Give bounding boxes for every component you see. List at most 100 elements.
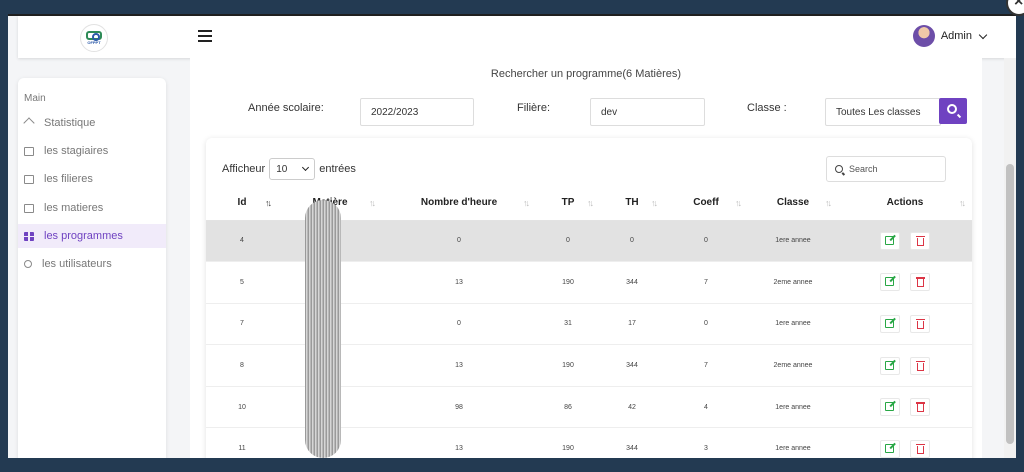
app-window: OFPPT Admin Main Statistique les stagiai… — [8, 14, 1016, 458]
cell-coeff: 3 — [664, 427, 748, 458]
ofppt-logo[interactable]: OFPPT — [80, 24, 108, 52]
sidebar-item-utilisateurs[interactable]: les utilisateurs — [18, 252, 166, 276]
column-header-id[interactable]: Id ↑↓ — [206, 186, 278, 221]
cell-tp: 190 — [536, 427, 600, 458]
avatar — [912, 25, 935, 47]
column-header-coeff[interactable]: Coeff ↑↓ — [664, 186, 748, 221]
cell-tp: 190 — [536, 344, 600, 387]
sidebar-item-label: les programmes — [44, 230, 123, 242]
logo-mark-icon — [86, 31, 102, 41]
search-button[interactable] — [939, 98, 967, 124]
cell-heures: 13 — [382, 261, 536, 304]
trash-icon — [915, 277, 925, 288]
cell-heures: 0 — [382, 303, 536, 346]
user-menu[interactable]: Admin — [912, 25, 988, 47]
column-header-heures[interactable]: Nombre d'heure ↑↓ — [382, 186, 536, 221]
page-scrollbar[interactable] — [1004, 58, 1016, 458]
user-name: Admin — [940, 30, 972, 42]
sidebar-item-programmes[interactable]: les programmes — [18, 224, 166, 248]
search-placeholder: Search — [849, 164, 878, 174]
cell-heures: 13 — [382, 344, 536, 387]
delete-button[interactable] — [909, 439, 930, 458]
cell-th: 42 — [600, 386, 664, 429]
cell-actions — [838, 220, 972, 263]
column-header-actions[interactable]: Actions ↑↓ — [838, 186, 972, 221]
redacted-matiere-column — [305, 200, 341, 458]
edit-button[interactable] — [880, 314, 901, 333]
page-length-control: Afficheur 10 entrées — [222, 158, 356, 180]
sidebar-item-filieres[interactable]: les filieres — [18, 167, 166, 191]
cell-id: 5 — [206, 261, 278, 304]
cell-heures: 98 — [382, 386, 536, 429]
cell-classe: 1ere annee — [748, 386, 838, 429]
cell-heures: 0 — [382, 220, 536, 263]
sidebar-item-matieres[interactable]: les matieres — [18, 196, 166, 220]
home-icon — [24, 119, 34, 128]
column-header-classe[interactable]: Classe ↑↓ — [748, 186, 838, 221]
edit-icon — [885, 360, 895, 370]
cell-classe: 2eme annee — [748, 261, 838, 304]
cell-classe: 2eme annee — [748, 344, 838, 387]
page-length-select[interactable]: 10 — [269, 158, 316, 180]
id-card-icon — [24, 146, 34, 156]
edit-button[interactable] — [880, 398, 901, 417]
sidebar-item-statistique[interactable]: Statistique — [18, 111, 166, 135]
cell-tp: 190 — [536, 261, 600, 304]
annee-field[interactable]: 2022/2023 — [360, 98, 474, 126]
sidebar-item-label: les matieres — [44, 202, 104, 214]
cell-actions — [838, 386, 972, 429]
cell-coeff: 0 — [664, 220, 748, 263]
sort-icon: ↑↓ — [959, 198, 966, 208]
length-suffix: entrées — [319, 163, 356, 175]
column-header-th[interactable]: TH ↑↓ — [600, 186, 664, 221]
page-length-value: 10 — [276, 163, 288, 175]
annee-label: Année scolaire: — [248, 102, 324, 114]
sort-icon: ↑↓ — [369, 198, 376, 208]
chevron-down-icon — [302, 163, 310, 172]
cell-actions — [838, 344, 972, 387]
edit-icon — [885, 318, 895, 328]
trash-icon — [915, 318, 925, 329]
cell-th: 344 — [600, 261, 664, 304]
sort-icon: ↑↓ — [651, 198, 658, 208]
cell-actions — [838, 261, 972, 304]
cell-heures: 13 — [382, 427, 536, 458]
table-search-input[interactable]: Search — [826, 156, 946, 182]
sidebar-item-label: les utilisateurs — [42, 258, 112, 270]
classe-label: Classe : — [747, 102, 787, 114]
sidebar-item-label: les stagiaires — [44, 145, 109, 157]
user-icon — [24, 260, 32, 268]
filiere-field[interactable]: dev — [590, 98, 705, 126]
cell-id: 8 — [206, 344, 278, 387]
edit-icon — [885, 443, 895, 453]
sort-asc-icon: ↑↓ — [265, 198, 272, 208]
delete-button[interactable] — [909, 273, 930, 292]
edit-icon — [885, 277, 895, 287]
edit-button[interactable] — [880, 231, 901, 250]
edit-button[interactable] — [880, 356, 901, 375]
cell-coeff: 0 — [664, 303, 748, 346]
cell-th: 344 — [600, 427, 664, 458]
delete-button[interactable] — [909, 398, 930, 417]
delete-button[interactable] — [909, 356, 930, 375]
delete-button[interactable] — [909, 314, 930, 333]
grid-icon — [24, 231, 34, 241]
cell-actions — [838, 427, 972, 458]
column-header-tp[interactable]: TP ↑↓ — [536, 186, 600, 221]
sort-icon: ↑↓ — [825, 198, 832, 208]
sidebar-item-label: les filieres — [44, 173, 93, 185]
classe-select[interactable]: Toutes Les classes — [825, 98, 941, 126]
search-icon — [947, 104, 957, 114]
sort-icon: ↑↓ — [587, 198, 594, 208]
cell-id: 4 — [206, 220, 278, 263]
trash-icon — [915, 443, 925, 454]
edit-button[interactable] — [880, 439, 901, 458]
cell-classe: 1ere annee — [748, 220, 838, 263]
sidebar-item-stagiaires[interactable]: les stagiaires — [18, 139, 166, 163]
scrollbar-thumb[interactable] — [1006, 164, 1014, 444]
sort-icon: ↑↓ — [523, 198, 530, 208]
delete-button[interactable] — [909, 231, 930, 250]
cell-th: 0 — [600, 220, 664, 263]
edit-button[interactable] — [880, 273, 901, 292]
hamburger-menu-icon[interactable] — [198, 30, 212, 42]
